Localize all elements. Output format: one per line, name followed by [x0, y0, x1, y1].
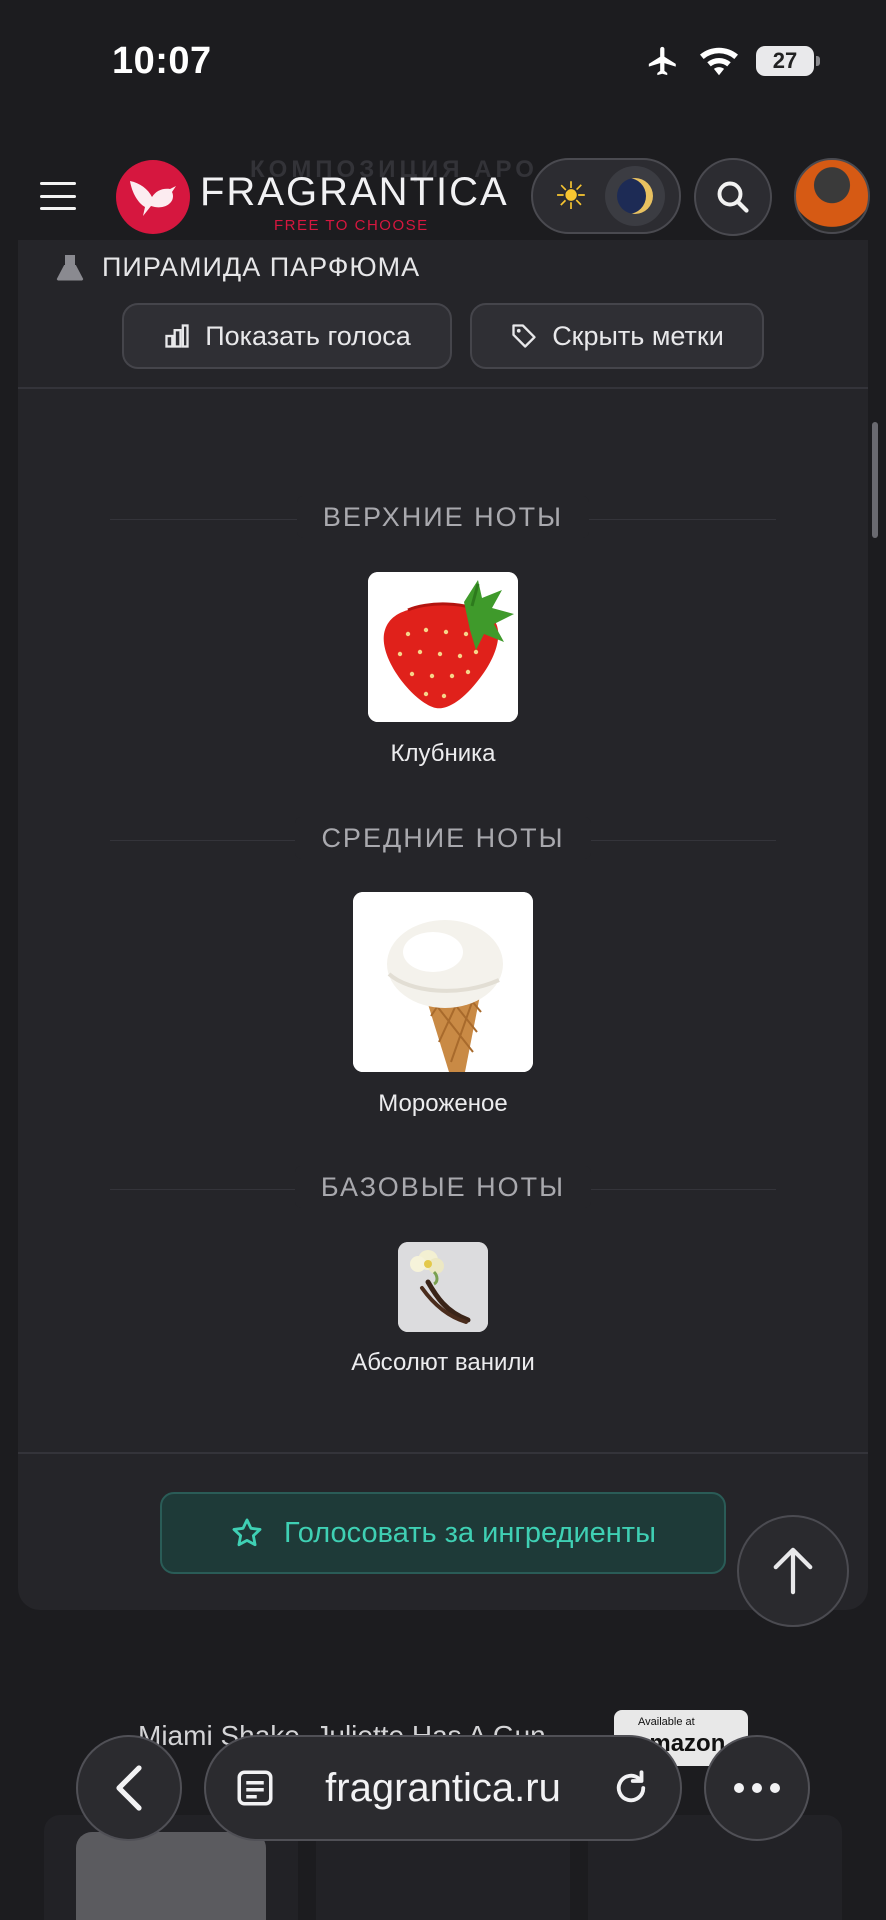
logo-bird-icon[interactable] [116, 160, 190, 234]
address-bar[interactable]: fragrantica.ru [204, 1735, 682, 1841]
middle-note-caption[interactable]: Мороженое [0, 1090, 886, 1118]
base-note-caption[interactable]: Абсолют ванили [0, 1349, 886, 1377]
strawberry-image[interactable] [368, 572, 518, 722]
vanilla-image[interactable] [398, 1242, 488, 1332]
vote-ingredients-button[interactable]: Голосовать за ингредиенты [160, 1492, 726, 1574]
show-votes-label: Показать голоса [205, 320, 411, 351]
tag-icon [512, 324, 536, 348]
top-notes-heading: ВЕРХНИЕ НОТЫ [0, 496, 886, 538]
status-icons: 27 [644, 44, 820, 78]
reader-icon[interactable] [234, 1767, 276, 1809]
flask-icon [56, 254, 84, 281]
menu-icon[interactable] [40, 182, 76, 210]
reload-icon[interactable] [610, 1767, 652, 1809]
logo-text[interactable]: FRAGRANTICA [200, 170, 509, 215]
more-button[interactable] [704, 1735, 810, 1841]
vote-label: Голосовать за ингредиенты [284, 1516, 656, 1549]
logo-tagline: FREE TO CHOOSE [274, 217, 429, 234]
middle-notes-heading: СРЕДНИЕ НОТЫ [0, 817, 886, 859]
theme-toggle[interactable]: ☀ [531, 158, 681, 234]
search-button[interactable] [694, 158, 772, 236]
sun-icon[interactable]: ☀ [541, 174, 601, 219]
top-note-caption[interactable]: Клубника [0, 740, 886, 768]
ellipsis-icon [734, 1783, 780, 1793]
status-time: 10:07 [112, 40, 212, 82]
divider [18, 1452, 868, 1454]
base-notes-heading: БАЗОВЫЕ НОТЫ [0, 1166, 886, 1208]
arrow-up-icon [773, 1547, 813, 1595]
bar-chart-icon [165, 324, 189, 348]
pyramid-title: ПИРАМИДА ПАРФЮМА [56, 252, 420, 283]
wifi-icon [700, 47, 738, 76]
chevron-left-icon [116, 1765, 142, 1811]
hide-tags-label: Скрыть метки [552, 320, 724, 351]
scrollbar[interactable] [872, 422, 878, 538]
avatar[interactable] [794, 158, 870, 234]
perfume-bottle-image [76, 1832, 266, 1920]
star-icon [232, 1518, 262, 1547]
pyramid-title-text: ПИРАМИДА ПАРФЮМА [102, 252, 421, 282]
scroll-to-top-button[interactable] [737, 1515, 849, 1627]
search-icon [717, 181, 749, 213]
battery-icon: 27 [756, 46, 820, 76]
url-text[interactable]: fragrantica.ru [276, 1766, 610, 1811]
ice-cream-image[interactable] [353, 892, 533, 1072]
hide-tags-button[interactable]: Скрыть метки [470, 303, 764, 369]
back-button[interactable] [76, 1735, 182, 1841]
airplane-icon [648, 46, 676, 76]
moon-icon[interactable] [605, 166, 665, 226]
divider [18, 387, 868, 389]
show-votes-button[interactable]: Показать голоса [122, 303, 452, 369]
